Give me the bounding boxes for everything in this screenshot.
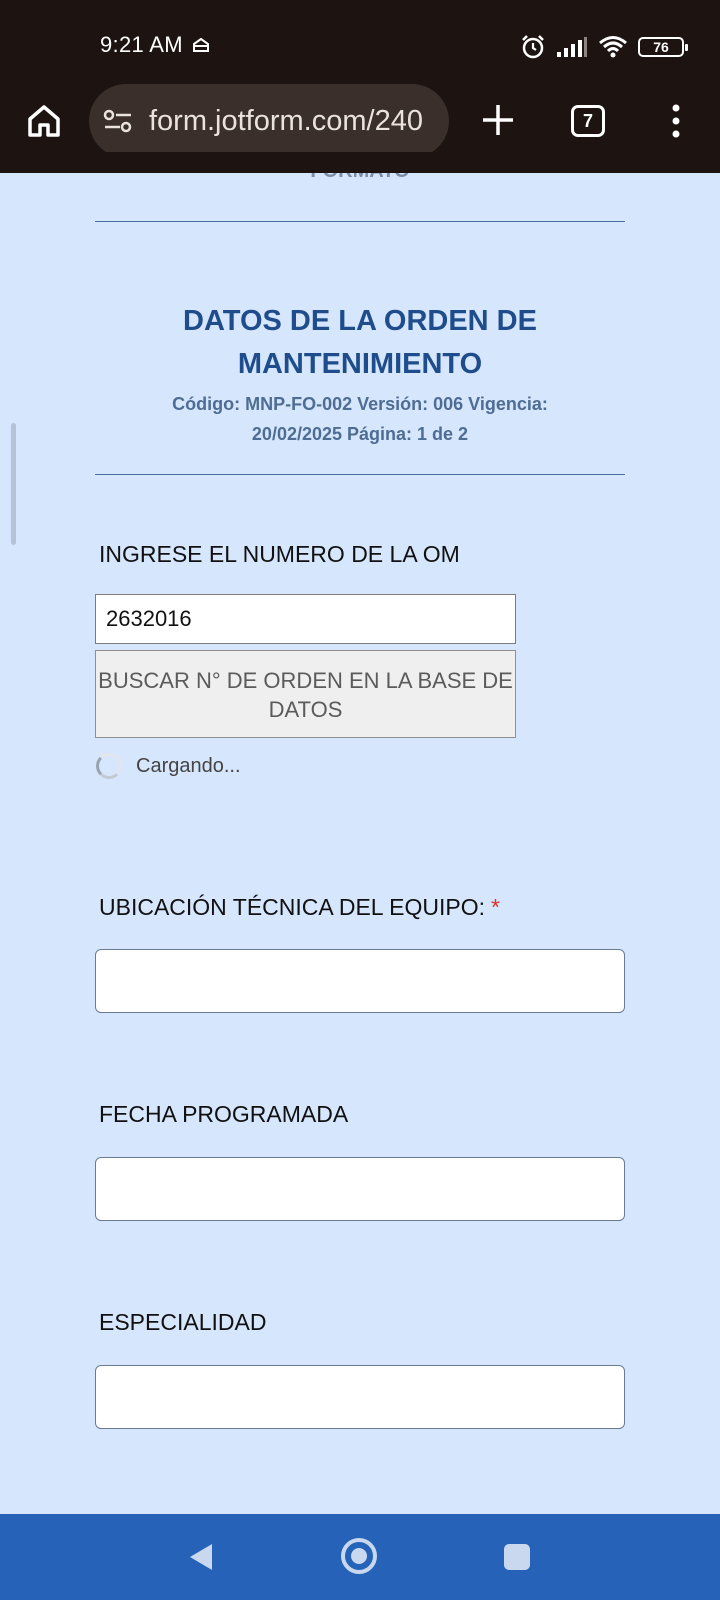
tab-switcher-button[interactable]: 7 (571, 105, 605, 137)
scrollbar[interactable] (11, 423, 16, 545)
more-options-icon[interactable] (666, 103, 686, 139)
loading-text: Cargando... (136, 754, 241, 777)
status-bar-right: 76 (520, 34, 688, 60)
alarm-icon (522, 35, 544, 59)
site-settings-icon[interactable] (103, 108, 133, 134)
new-tab-icon[interactable] (478, 100, 518, 140)
address-bar[interactable]: form.jotform.com/240 (89, 84, 449, 158)
battery-icon: 76 (638, 37, 688, 57)
ubicacion-label: UBICACIÓN TÉCNICA DEL EQUIPO: (99, 894, 485, 920)
vpn-icon (192, 37, 209, 52)
home-nav-icon[interactable] (341, 1538, 377, 1574)
om-number-input[interactable] (95, 594, 516, 644)
home-icon[interactable] (26, 103, 62, 139)
signal-icon (557, 37, 587, 57)
browser-chrome: 9:21 AM 76 form.jotform.com/240 7 (0, 0, 720, 173)
fecha-programada-input[interactable] (95, 1157, 625, 1221)
chrome-overlap (0, 152, 720, 173)
ubicacion-label-row: UBICACIÓN TÉCNICA DEL EQUIPO: * (99, 894, 500, 921)
especialidad-input[interactable] (95, 1365, 625, 1429)
om-number-label: INGRESE EL NUMERO DE LA OM (99, 541, 460, 567)
divider-top (95, 221, 625, 222)
back-icon[interactable] (188, 1542, 214, 1572)
fecha-programada-label: FECHA PROGRAMADA (99, 1101, 349, 1127)
recent-apps-icon[interactable] (504, 1544, 530, 1570)
loading-indicator: Cargando... (96, 753, 241, 779)
required-marker: * (490, 894, 500, 920)
section-subtitle: Código: MNP-FO-002 Versión: 006 Vigencia… (172, 394, 548, 444)
ubicacion-tecnica-input[interactable] (95, 949, 625, 1013)
status-bar-left: 9:21 AM (100, 32, 211, 58)
especialidad-label: ESPECIALIDAD (99, 1309, 267, 1335)
divider-bottom (95, 474, 625, 475)
spinner-icon (96, 753, 122, 779)
status-time: 9:21 AM (100, 32, 183, 57)
system-navigation-bar (0, 1514, 720, 1600)
url-text: form.jotform.com/240 (149, 104, 423, 137)
search-order-button[interactable]: BUSCAR N° DE ORDEN EN LA BASE DE DATOS (95, 650, 516, 738)
section-title: DATOS DE LA ORDEN DE MANTENIMIENTO (183, 305, 537, 380)
wifi-icon (599, 36, 627, 58)
